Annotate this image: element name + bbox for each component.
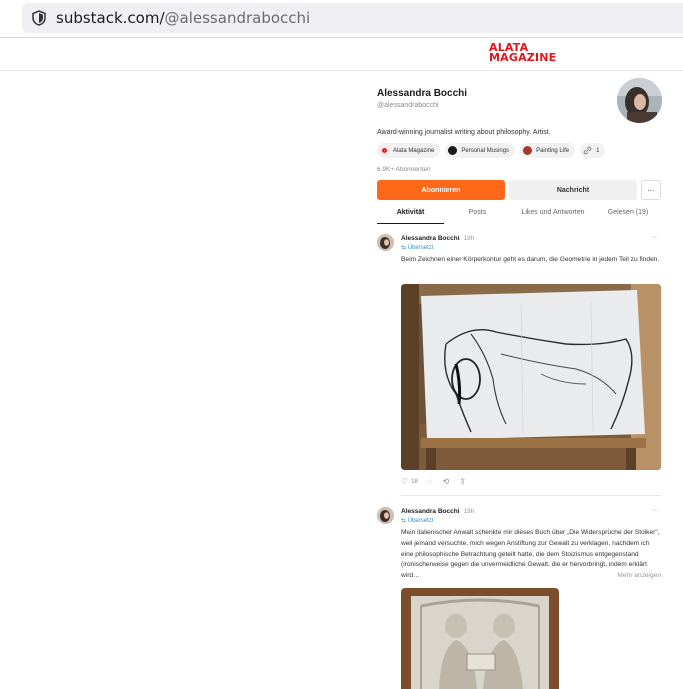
profile-avatar[interactable] (617, 78, 662, 123)
show-more-link[interactable]: Mehr anzeigen (617, 571, 661, 582)
subscriber-count: 6.9K+ Abonnenten (377, 166, 431, 173)
post-author[interactable]: Alessandra Bocchi 18h (401, 235, 474, 242)
profile-tabs: Aktivität Posts Likes und Antworten Gele… (377, 204, 661, 224)
publication-label: Painting Life (536, 147, 570, 154)
restack-icon[interactable]: ⟲ (443, 477, 450, 486)
author-name: Alessandra Bocchi (401, 508, 460, 515)
post-author[interactable]: Alessandra Bocchi 19h (401, 508, 474, 515)
post-text: Beim Zeichnen einer Körperkontur geht es… (401, 256, 660, 263)
post-item: Alessandra Bocchi 19h ⇆ Übersetzt ··· Mei… (377, 507, 661, 689)
marble-relief-image (401, 588, 559, 689)
translate-icon: ⇆ (401, 245, 408, 251)
url-host: substack.com/ (56, 9, 165, 27)
post-time: 18h (463, 235, 475, 242)
translate-icon: ⇆ (401, 518, 408, 524)
post-actions: ♡ 18 ◌ ⟲ ⇪ (401, 477, 466, 486)
link-icon (583, 146, 592, 155)
profile-bio: Award-winning journalist writing about p… (377, 129, 551, 136)
like-button[interactable]: ♡ 18 (401, 477, 418, 486)
translated-badge[interactable]: ⇆ Übersetzt (401, 517, 433, 524)
post-image[interactable] (401, 284, 661, 470)
links-chip[interactable]: 1 (580, 143, 606, 158)
tab-likes-replies[interactable]: Likes und Antworten (511, 204, 595, 224)
subscribe-button[interactable]: Abonnieren (377, 180, 505, 200)
author-photo (377, 234, 394, 251)
profile-handle: @alessandrabocchi (377, 102, 439, 109)
logo-line-2: MAGAZINE (489, 51, 557, 64)
avatar-photo (617, 78, 662, 123)
translated-label: Übersetzt (407, 245, 434, 251)
profile-name: Alessandra Bocchi (377, 88, 468, 99)
publication-logo[interactable]: ALATA MAGAZINE (489, 42, 557, 64)
post-menu-button[interactable]: ··· (652, 234, 659, 241)
address-bar[interactable]: substack.com/@alessandrabocchi (22, 3, 683, 33)
publication-chip-alata[interactable]: Alata Magazine (377, 143, 441, 158)
heart-icon: ♡ (401, 477, 409, 486)
url-path: @alessandrabocchi (164, 9, 311, 27)
translated-label: Übersetzt (407, 518, 434, 524)
author-name: Alessandra Bocchi (401, 235, 460, 242)
message-button[interactable]: Nachricht (509, 180, 637, 200)
share-icon[interactable]: ⇪ (459, 477, 466, 486)
comment-icon[interactable]: ◌ (428, 477, 433, 486)
author-photo (377, 507, 394, 524)
tab-activity[interactable]: Aktivität (377, 204, 444, 224)
translated-badge[interactable]: ⇆ Übersetzt (401, 244, 433, 251)
painting-life-icon (523, 146, 533, 155)
links-count: 1 (596, 147, 600, 154)
author-avatar[interactable] (377, 507, 394, 524)
alata-logo-icon (380, 146, 389, 155)
post-divider (401, 495, 661, 496)
like-count: 18 (411, 478, 418, 485)
publication-chip-personal-musings[interactable]: Personal Musings (445, 143, 516, 158)
publication-chip-painting-life[interactable]: Painting Life (520, 143, 576, 158)
post-image[interactable] (401, 588, 559, 689)
author-avatar[interactable] (377, 234, 394, 251)
publication-label: Alata Magazine (393, 147, 435, 154)
tab-posts[interactable]: Posts (444, 204, 511, 224)
figure-drawing-image (401, 284, 661, 470)
publication-list: Alata Magazine Personal Musings Painting… (377, 143, 606, 158)
browser-toolbar: substack.com/@alessandrabocchi (0, 0, 683, 38)
shield-icon[interactable] (30, 9, 48, 27)
more-options-button[interactable]: ··· (641, 180, 661, 200)
post-text: Mein italienischer Anwalt schenkte mir d… (401, 528, 661, 582)
post-time: 19h (463, 508, 475, 515)
post-menu-button[interactable]: ··· (652, 507, 659, 514)
url-text: substack.com/@alessandrabocchi (56, 9, 310, 27)
top-navigation: ALATA MAGAZINE (0, 38, 683, 71)
publication-label: Personal Musings (461, 147, 510, 154)
post-item: Alessandra Bocchi 18h ⇆ Übersetzt ··· Bei… (377, 234, 661, 496)
tab-read[interactable]: Gelesen (19) (595, 204, 661, 224)
personal-musings-icon (448, 146, 458, 155)
